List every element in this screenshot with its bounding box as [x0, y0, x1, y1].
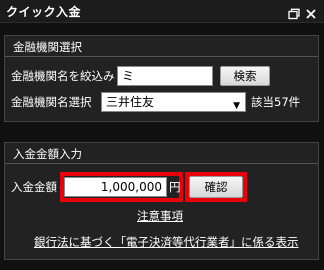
close-icon[interactable] [305, 5, 317, 19]
legal-disclosure-link[interactable]: 銀行法に基づく「電子決済等代行業者」に係る表示 [34, 234, 299, 250]
window-title: クイック入金 [6, 5, 82, 19]
bank-select-dropdown[interactable]: 三井住友 ▼ [101, 92, 246, 112]
bank-selection-header: 金融機関選択 [5, 36, 318, 57]
match-count: 該当57件 [251, 95, 301, 109]
notes-link[interactable]: 注意事項 [137, 208, 183, 224]
selected-bank-value: 三井住友 [106, 95, 155, 109]
amount-input[interactable]: 1,000,000 [64, 177, 167, 197]
dropdown-arrow-icon: ▼ [233, 101, 240, 111]
deposit-header: 入金金額入力 [5, 143, 318, 164]
search-button[interactable]: 検索 [220, 66, 270, 86]
bank-selection-heading: 金融機関選択 [13, 40, 82, 54]
bank-filter-label: 金融機関名を絞込み [11, 69, 115, 83]
bank-select-label: 金融機関名選択 [11, 95, 92, 109]
bank-selection-panel: 金融機関選択 金融機関名を絞込み ミ 検索 金融機関名選択 三井住友 ▼ 該当5… [4, 35, 319, 122]
amount-label: 入金金額 [11, 180, 57, 194]
confirm-button[interactable]: 確認 [189, 176, 243, 198]
currency-unit: 円 [169, 180, 181, 194]
title-bar: クイック入金 [0, 0, 324, 23]
deposit-panel: 入金金額入力 入金金額 1,000,000 円 確認 注意事項 銀行法に基づく「… [4, 142, 319, 260]
popout-icon[interactable] [288, 5, 300, 20]
deposit-heading: 入金金額入力 [13, 147, 82, 161]
bank-filter-input[interactable]: ミ [117, 66, 213, 86]
